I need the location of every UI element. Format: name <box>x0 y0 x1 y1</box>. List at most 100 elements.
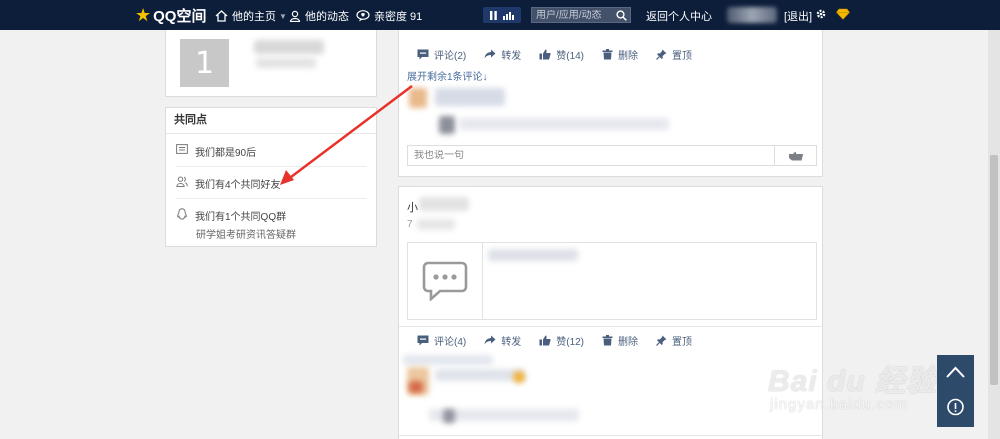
comment-button[interactable]: 评论(2) <box>417 47 466 62</box>
blurred-comment-text <box>403 355 493 365</box>
nav-his-feed[interactable]: 他的动态 <box>289 8 349 24</box>
blurred-comment-avatar <box>409 88 427 108</box>
post-action-bar: 评论(4) 转发 赞(12) 删除 置顶 <box>399 328 822 352</box>
forward-button[interactable]: 转发 <box>484 333 521 348</box>
post-author-name[interactable]: 小 <box>407 199 418 215</box>
baidu-watermark-url: jingyan.baidu.com <box>770 396 908 413</box>
thumbs-up-icon <box>539 49 551 59</box>
divider <box>399 326 822 327</box>
comment-icon <box>417 335 429 345</box>
thumbs-up-outline-icon <box>788 151 803 160</box>
divider <box>399 435 822 436</box>
common-points-card: 共同点 我们都是90后 我们有4个共同好友 我们有1个共同QQ群 研学姐考研资讯… <box>165 107 377 247</box>
action-label: 评论(2) <box>434 50 467 62</box>
pin-button[interactable]: 置顶 <box>656 47 692 62</box>
blurred-comment-avatar <box>443 409 455 423</box>
id-card-icon <box>176 144 188 154</box>
like-button[interactable]: 赞(14) <box>539 47 584 62</box>
friends-icon <box>176 176 188 187</box>
info-icon <box>947 398 964 416</box>
logout-link[interactable]: [退出] <box>784 8 812 24</box>
pin-button[interactable]: 置顶 <box>656 333 692 348</box>
blurred-author-name <box>419 197 469 211</box>
search-box <box>531 7 631 23</box>
forward-icon <box>484 335 496 345</box>
common-item-label: 我们都是90后 <box>195 148 257 159</box>
bar-chart-icon <box>503 11 514 20</box>
post-action-bar: 评论(2) 转发 赞(14) 删除 置顶 <box>399 42 822 66</box>
speech-bubble-icon <box>422 261 468 301</box>
blurred-comment-avatar <box>439 116 455 134</box>
feed-post-card: 小 7 评论(4) 转发 赞(12) 删除 置顶 <box>398 186 823 439</box>
comment-icon <box>417 49 429 59</box>
thumbs-up-icon <box>539 335 551 345</box>
action-label: 转发 <box>501 336 522 348</box>
delete-button[interactable]: 删除 <box>602 333 638 348</box>
nav-label: 他的动态 <box>305 11 349 23</box>
action-label: 置顶 <box>672 336 693 348</box>
action-label: 删除 <box>618 336 639 348</box>
search-icon[interactable] <box>616 10 627 21</box>
page-scrollbar[interactable] <box>988 30 1000 439</box>
blurred-comment-text <box>435 88 505 106</box>
qzone-logo[interactable]: ★ QQ空间 <box>135 5 206 26</box>
nav-label: 亲密度 91 <box>374 11 423 23</box>
forward-button[interactable]: 转发 <box>484 47 521 62</box>
return-personal-center-link[interactable]: 返回个人中心 <box>646 8 712 24</box>
baidu-watermark: Bai du 经验 <box>768 365 938 398</box>
like-button[interactable]: 赞(12) <box>539 333 584 348</box>
trash-icon <box>602 334 613 345</box>
gear-icon <box>816 9 826 19</box>
settings-button[interactable] <box>815 8 831 20</box>
common-item-label: 我们有4个共同好友 <box>195 180 281 191</box>
scrollbar-thumb[interactable] <box>990 155 998 385</box>
common-item-qq-group[interactable]: 我们有1个共同QQ群 <box>176 208 366 223</box>
stats-toggle-button[interactable] <box>483 7 521 23</box>
nav-intimacy[interactable]: 亲密度 91 <box>356 8 422 24</box>
qq-group-name[interactable]: 研学姐考研资讯答疑群 <box>196 226 296 241</box>
action-label: 赞(14) <box>556 50 585 62</box>
visitor-rank-card: 1 <box>165 30 377 97</box>
share-thumbnail <box>408 243 483 319</box>
chevron-up-icon <box>946 366 965 378</box>
star-logo-icon: ★ <box>135 5 152 25</box>
delete-button[interactable]: 删除 <box>602 47 638 62</box>
blurred-comment-avatar <box>409 381 423 393</box>
blurred-share-title <box>488 249 578 261</box>
blurred-post-time <box>417 219 455 230</box>
chevron-down-icon: ▼ <box>279 11 287 21</box>
back-to-top-widget[interactable] <box>937 355 974 427</box>
pin-icon <box>656 335 667 346</box>
common-item-friends[interactable]: 我们有4个共同好友 <box>176 176 366 191</box>
user-avatar[interactable] <box>727 7 777 23</box>
pause-icon <box>490 10 497 20</box>
feed-post-card: 评论(2) 转发 赞(14) 删除 置顶 展开剩余1条评论↓ <box>398 30 823 177</box>
comment-button[interactable]: 评论(4) <box>417 333 466 348</box>
expand-comments-link[interactable]: 展开剩余1条评论↓ <box>407 68 488 83</box>
trash-icon <box>602 48 613 59</box>
qq-penguin-icon <box>177 208 187 220</box>
blurred-comment-emoji <box>513 371 525 383</box>
reply-input[interactable] <box>408 150 774 161</box>
blurred-comment-text <box>459 118 669 130</box>
blurred-username <box>254 40 324 54</box>
yellow-diamond-vip-icon[interactable] <box>836 8 850 23</box>
blurred-detail <box>256 58 316 68</box>
search-input[interactable] <box>532 9 616 21</box>
logo-text: QQ空间 <box>153 8 207 25</box>
home-icon <box>215 10 228 22</box>
forward-icon <box>484 49 496 59</box>
common-item-age[interactable]: 我们都是90后 <box>176 144 366 159</box>
common-item-label: 我们有1个共同QQ群 <box>195 212 287 223</box>
rank-number-tile: 1 <box>180 39 229 87</box>
top-navigation-bar: ★ QQ空间 他的主页 ▼ 他的动态 亲密度 91 返回个人中心 [退出] <box>0 0 1000 30</box>
action-label: 评论(4) <box>434 336 467 348</box>
heart-chat-icon <box>356 10 370 22</box>
reply-send-button[interactable] <box>774 146 816 165</box>
divider <box>176 166 367 167</box>
shared-content-box[interactable] <box>407 242 817 320</box>
logout-label: [退出] <box>784 11 813 23</box>
person-icon <box>289 10 301 22</box>
action-label: 置顶 <box>672 50 693 62</box>
nav-his-homepage[interactable]: 他的主页 ▼ <box>215 8 287 24</box>
